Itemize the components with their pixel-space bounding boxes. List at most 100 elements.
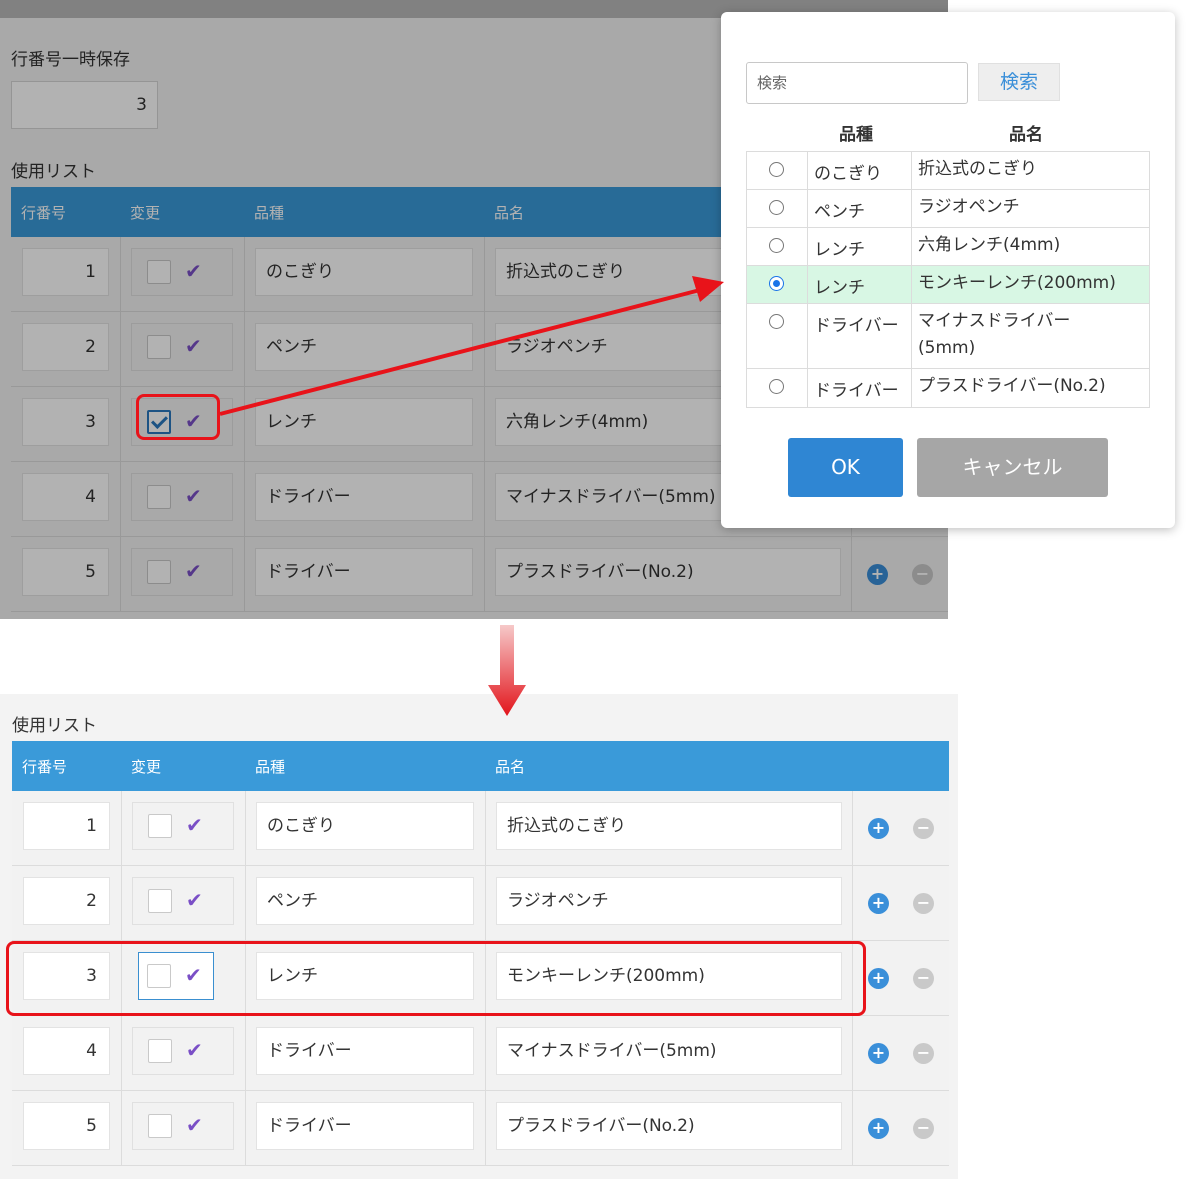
item-radio[interactable] [769,200,784,215]
remove-row-icon[interactable]: − [913,1043,934,1064]
kind-field[interactable]: ペンチ [256,877,474,925]
remove-row-icon[interactable]: − [913,1118,934,1139]
row-number-field[interactable]: 4 [22,473,109,521]
change-checkbox[interactable] [148,1114,172,1138]
header-row-number: 行番号 [22,758,68,776]
row-number-field[interactable]: 4 [23,1027,110,1075]
row-number-field[interactable]: 3 [22,398,109,446]
name-field[interactable]: プラスドライバー(No.2) [496,1102,842,1150]
item-table: のこぎり 折込式のこぎり ペンチ ラジオペンチ レンチ 六角レンチ(4mm) レ… [746,151,1150,408]
col-name-header: 品名 [1009,125,1043,145]
header-row-number: 行番号 [21,204,67,222]
change-checkbox[interactable] [147,485,171,509]
search-button[interactable]: 検索 [978,63,1060,101]
change-cell: ✔ [131,473,233,521]
change-checkbox[interactable] [148,814,172,838]
item-radio[interactable] [769,162,784,177]
item-kind: のこぎり [814,164,882,184]
table-row: 5 ✔ ドライバー プラスドライバー(No.2) + − [12,1091,949,1166]
list-title: 使用リスト [11,162,96,182]
item-kind: ペンチ [814,202,865,222]
name-field[interactable]: プラスドライバー(No.2) [495,548,841,596]
temp-row-number-field[interactable]: 3 [11,81,158,129]
item-kind: レンチ [814,240,865,260]
search-input[interactable] [746,62,968,104]
change-checkbox[interactable] [147,260,171,284]
item-radio-selected[interactable] [769,276,784,291]
change-checkbox[interactable] [148,889,172,913]
change-checkbox[interactable] [148,1039,172,1063]
header-name: 品名 [495,758,526,776]
table-row: 1 ✔ のこぎり 折込式のこぎり + − [12,791,949,866]
item-radio[interactable] [769,314,784,329]
check-icon: ✔ [186,888,203,912]
temp-label: 行番号一時保存 [11,50,130,70]
item-name: モンキーレンチ(200mm) [918,273,1116,293]
kind-field[interactable]: ドライバー [256,1027,474,1075]
add-row-icon[interactable]: + [868,818,889,839]
check-icon: ✔ [185,334,202,358]
table-row: 2 ✔ ペンチ ラジオペンチ + − [12,866,949,941]
kind-field[interactable]: ドライバー [255,548,473,596]
change-checkbox[interactable] [147,335,171,359]
header-kind: 品種 [254,204,285,222]
item-radio[interactable] [769,238,784,253]
change-cell: ✔ [131,548,233,596]
add-row-icon[interactable]: + [868,968,889,989]
kind-field[interactable]: のこぎり [256,802,474,850]
add-row-icon[interactable]: + [867,564,888,585]
kind-field[interactable]: ペンチ [255,323,473,371]
remove-row-icon[interactable]: − [912,564,933,585]
item-radio[interactable] [769,379,784,394]
remove-row-icon[interactable]: − [913,818,934,839]
add-row-icon[interactable]: + [868,1043,889,1064]
table-row: 4 ✔ ドライバー マイナスドライバー(5mm) + − [12,1016,949,1091]
kind-field[interactable]: レンチ [255,398,473,446]
ok-button[interactable]: OK [788,438,903,497]
kind-field[interactable]: ドライバー [256,1102,474,1150]
item-name: マイナスドライバー(5mm) [918,311,1071,358]
name-field[interactable]: マイナスドライバー(5mm) [496,1027,842,1075]
cancel-button[interactable]: キャンセル [917,438,1108,497]
select-item-dialog: 検索 品種 品名 のこぎり 折込式のこぎり ペンチ ラジオペンチ レンチ 六角レ… [721,12,1175,528]
updated-row-highlight [6,941,866,1016]
change-cell: ✔ [132,1102,234,1150]
table-header: 行番号 変更 品種 品名 [12,741,949,791]
header-change: 変更 [130,204,161,222]
item-row[interactable]: レンチ 六角レンチ(4mm) [747,228,1149,266]
check-icon: ✔ [185,259,202,283]
item-row[interactable]: ドライバー マイナスドライバー(5mm) [747,304,1149,369]
item-kind: レンチ [814,278,865,298]
check-icon: ✔ [186,1038,203,1062]
add-row-icon[interactable]: + [868,893,889,914]
item-name: ラジオペンチ [918,197,1020,217]
name-field[interactable]: 折込式のこぎり [496,802,842,850]
add-row-icon[interactable]: + [868,1118,889,1139]
row-number-field[interactable]: 5 [22,548,109,596]
item-row-selected[interactable]: レンチ モンキーレンチ(200mm) [747,266,1149,304]
name-field[interactable]: ラジオペンチ [496,877,842,925]
check-icon: ✔ [185,559,202,583]
header-change: 変更 [131,758,162,776]
item-row[interactable]: ドライバー プラスドライバー(No.2) [747,369,1149,407]
header-kind: 品種 [255,758,286,776]
kind-field[interactable]: ドライバー [255,473,473,521]
row-number-field[interactable]: 2 [22,323,109,371]
item-name: 折込式のこぎり [918,159,1037,179]
change-checkbox[interactable] [147,560,171,584]
item-row[interactable]: ペンチ ラジオペンチ [747,190,1149,228]
item-name: プラスドライバー(No.2) [918,376,1106,396]
item-row[interactable]: のこぎり 折込式のこぎり [747,152,1149,190]
table-row: 5 ✔ ドライバー プラスドライバー(No.2) + − [11,537,948,612]
remove-row-icon[interactable]: − [913,968,934,989]
row-number-field[interactable]: 5 [23,1102,110,1150]
kind-field[interactable]: のこぎり [255,248,473,296]
change-cell: ✔ [132,802,234,850]
row-number-field[interactable]: 1 [23,802,110,850]
change-cell: ✔ [132,1027,234,1075]
change-cell: ✔ [131,248,233,296]
row-number-field[interactable]: 1 [22,248,109,296]
row-number-field[interactable]: 2 [23,877,110,925]
change-cell: ✔ [131,323,233,371]
remove-row-icon[interactable]: − [913,893,934,914]
